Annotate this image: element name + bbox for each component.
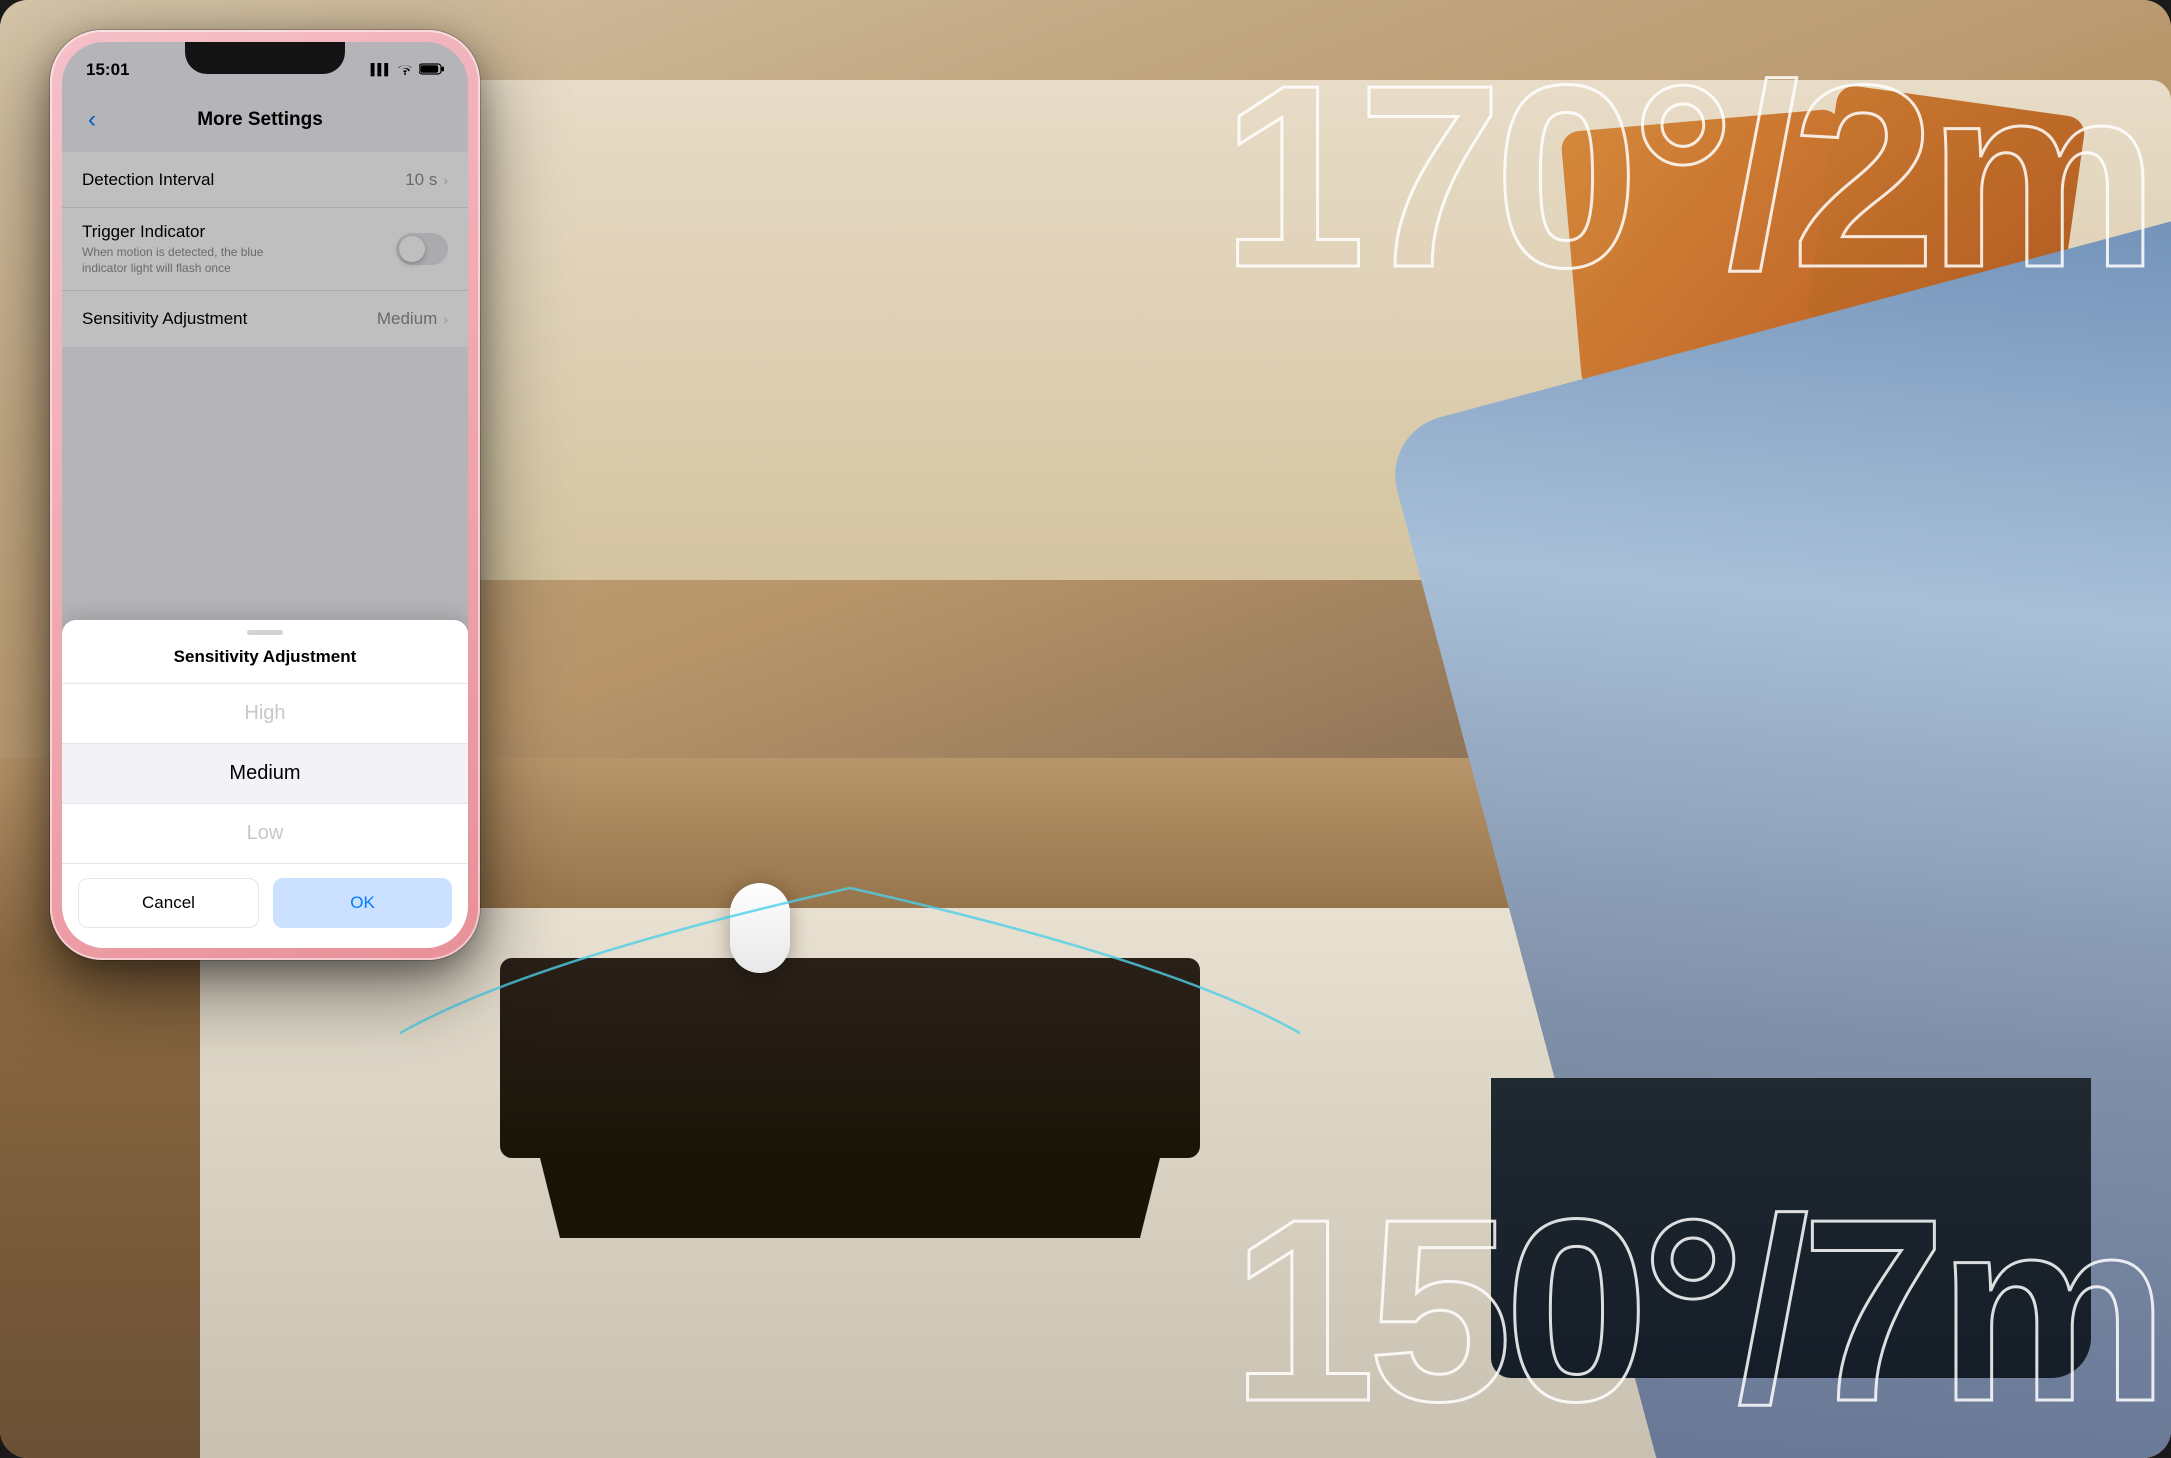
option-high[interactable]: High: [62, 684, 468, 744]
sheet-title: Sensitivity Adjustment: [62, 643, 468, 684]
sheet-handle: [247, 630, 283, 635]
sensitivity-bottom-sheet: Sensitivity Adjustment High Medium Low C…: [62, 620, 468, 948]
option-medium[interactable]: Medium: [62, 744, 468, 804]
option-low[interactable]: Low: [62, 804, 468, 864]
sheet-buttons: Cancel OK: [62, 864, 468, 948]
phone-wrapper: 15:01 ▌▌▌ ‹ More Settings: [50, 30, 480, 1428]
shoe: [1491, 1078, 2091, 1378]
phone-frame: 15:01 ▌▌▌ ‹ More Settings: [50, 30, 480, 960]
main-scene: 170°/2m 150°/7m 15:01 ▌▌▌: [0, 0, 2171, 1458]
phone-screen: 15:01 ▌▌▌ ‹ More Settings: [62, 42, 468, 948]
detection-arc: [400, 878, 1300, 1078]
ok-button[interactable]: OK: [273, 878, 452, 928]
cancel-button[interactable]: Cancel: [78, 878, 259, 928]
